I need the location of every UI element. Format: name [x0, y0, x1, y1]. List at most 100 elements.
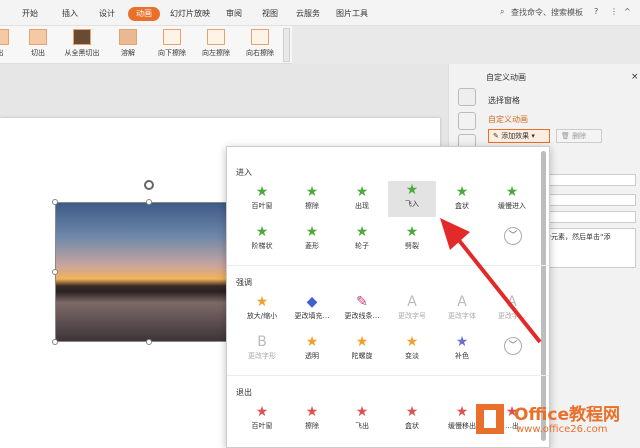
- copy-tool-icon[interactable]: [458, 112, 476, 130]
- effect-split[interactable]: ★ 劈裂: [388, 223, 436, 259]
- ribbon-btn-cut[interactable]: 切出: [16, 29, 60, 63]
- effect-wipe[interactable]: ★ 擦除: [288, 183, 336, 219]
- spin-star-icon: ★: [355, 334, 369, 350]
- effect-exit-wipe[interactable]: ★ 擦除: [288, 403, 336, 439]
- effect-fly-in[interactable]: ★ 飞入: [388, 181, 436, 217]
- transition-icon: [0, 29, 9, 45]
- close-icon[interactable]: ×: [631, 72, 639, 82]
- menu-review[interactable]: 审阅: [226, 7, 242, 21]
- transparent-star-icon: ★: [305, 334, 319, 350]
- watermark-url: www.office26.com: [516, 424, 608, 435]
- watermark-brand: Office教程网: [514, 405, 621, 425]
- resize-handle[interactable]: [52, 339, 58, 345]
- fade-star-icon: ★: [405, 334, 419, 350]
- effect-diamond[interactable]: ★ 菱形: [288, 223, 336, 259]
- enter-section-title: 进入: [236, 168, 252, 177]
- exit-box-star-icon: ★: [405, 404, 419, 420]
- menu-bar: 开始 插入 设计 动画 幻灯片放映 审阅 视图 云服务 图片工具 ⌕ 查找命令、…: [0, 0, 640, 26]
- grow-star-icon: ★: [255, 294, 269, 310]
- blinds-star-icon: ★: [255, 184, 269, 200]
- menu-design[interactable]: 设计: [99, 7, 115, 21]
- ribbon-btn-wipe-right[interactable]: 向右擦除: [238, 29, 282, 63]
- effect-change-fill[interactable]: ◆ 更改填充…: [288, 293, 336, 329]
- ribbon-btn-cut-black[interactable]: 从全黑切出: [60, 29, 104, 63]
- menu-cloud[interactable]: 云服务: [296, 7, 320, 21]
- more-icon[interactable]: ⋮: [610, 7, 618, 16]
- arrow-left-icon: [207, 29, 225, 45]
- section-divider: [227, 375, 549, 376]
- emphasis-section-title: 强调: [236, 278, 252, 287]
- fly-in-star-icon: ★: [405, 182, 419, 198]
- menu-animation[interactable]: 动画: [128, 7, 160, 21]
- exit-section-title: 退出: [236, 388, 252, 397]
- effect-font-size: A 更改字号: [388, 293, 436, 329]
- wipe-star-icon: ★: [305, 184, 319, 200]
- effect-change-line[interactable]: ✎ 更改线条…: [338, 293, 386, 329]
- star-tool-icon[interactable]: [458, 88, 476, 106]
- start-select[interactable]: [540, 174, 636, 186]
- office-logo-icon: [476, 404, 504, 434]
- ribbon-btn-dissolve[interactable]: 溶解: [106, 29, 150, 63]
- effect-fly-out[interactable]: ★ 飞出: [338, 403, 386, 439]
- effect-wheel[interactable]: ★ 轮子: [338, 223, 386, 259]
- dissolve-icon: [119, 29, 137, 45]
- speed-select[interactable]: [540, 211, 636, 223]
- effect-blinds[interactable]: ★ 百叶窗: [238, 183, 286, 219]
- resize-handle[interactable]: [52, 269, 58, 275]
- custom-animation-heading: 自定义动画: [488, 115, 528, 124]
- effect-appear[interactable]: ★ 出现: [338, 183, 386, 219]
- fill-bucket-icon: ◆: [306, 294, 318, 310]
- hint-text: 个元素，然后单击“添: [540, 228, 636, 268]
- resize-handle[interactable]: [146, 199, 152, 205]
- menu-insert[interactable]: 插入: [62, 7, 78, 21]
- exit-wipe-star-icon: ★: [305, 404, 319, 420]
- effect-grow-shrink[interactable]: ★ 放大/缩小: [238, 293, 286, 329]
- exit-blinds-star-icon: ★: [255, 404, 269, 420]
- ribbon-scroll[interactable]: [283, 28, 290, 62]
- arrow-down-icon: [163, 29, 181, 45]
- search-command[interactable]: 查找命令、搜索模板: [511, 7, 583, 18]
- ribbon-btn-wipe-left[interactable]: 向左擦除: [194, 29, 238, 63]
- stairs-star-icon: ★: [255, 224, 269, 240]
- property-select[interactable]: [540, 194, 636, 206]
- resize-handle[interactable]: [146, 339, 152, 345]
- effect-exit-box[interactable]: ★ 盒状: [388, 403, 436, 439]
- appear-star-icon: ★: [355, 184, 369, 200]
- diamond-star-icon: ★: [305, 224, 319, 240]
- menu-picture-tools[interactable]: 图片工具: [336, 7, 368, 21]
- transition-icon: [29, 29, 47, 45]
- watermark: Office教程网 www.office26.com: [474, 392, 640, 448]
- rotate-handle-icon[interactable]: [144, 180, 154, 190]
- menu-start[interactable]: 开始: [22, 7, 38, 21]
- slow-enter-star-icon: ★: [505, 184, 519, 200]
- fly-out-star-icon: ★: [355, 404, 369, 420]
- split-star-icon: ★: [405, 224, 419, 240]
- resize-handle[interactable]: [52, 199, 58, 205]
- effect-exit-blinds[interactable]: ★ 百叶窗: [238, 403, 286, 439]
- effect-spin[interactable]: ★ 陀螺旋: [338, 333, 386, 369]
- add-effect-button[interactable]: ✎ 添加效果 ▾: [488, 129, 550, 143]
- box-star-icon: ★: [455, 184, 469, 200]
- font-size-icon: A: [407, 294, 417, 310]
- help-icon[interactable]: ?: [594, 7, 598, 16]
- pen-icon: ✎: [356, 294, 368, 310]
- red-arrow-icon: [440, 218, 542, 344]
- transition-icon: [73, 29, 91, 45]
- select-pane-link[interactable]: 选择窗格: [488, 95, 520, 106]
- collapse-icon[interactable]: ^: [624, 7, 631, 16]
- animation-ribbon: 出 切出 从全黑切出 溶解 向下擦除 向左擦除 向右擦除: [0, 26, 292, 64]
- menu-view[interactable]: 视图: [262, 7, 278, 21]
- effect-fade-emph[interactable]: ★ 变淡: [388, 333, 436, 369]
- arrow-right-icon: [251, 29, 269, 45]
- search-icon[interactable]: ⌕: [500, 7, 504, 17]
- effect-transparent[interactable]: ★ 透明: [288, 333, 336, 369]
- selection-border: [55, 202, 245, 342]
- bold-icon: B: [257, 334, 267, 350]
- effect-font-style: B 更改字形: [238, 333, 286, 369]
- ribbon-btn-wipe-down[interactable]: 向下擦除: [150, 29, 194, 63]
- pane-title: 自定义动画: [486, 73, 526, 82]
- delete-button[interactable]: 🗑 删除: [556, 129, 602, 143]
- menu-slideshow[interactable]: 幻灯片放映: [170, 7, 210, 21]
- wheel-star-icon: ★: [355, 224, 369, 240]
- effect-stairs[interactable]: ★ 阶梯状: [238, 223, 286, 259]
